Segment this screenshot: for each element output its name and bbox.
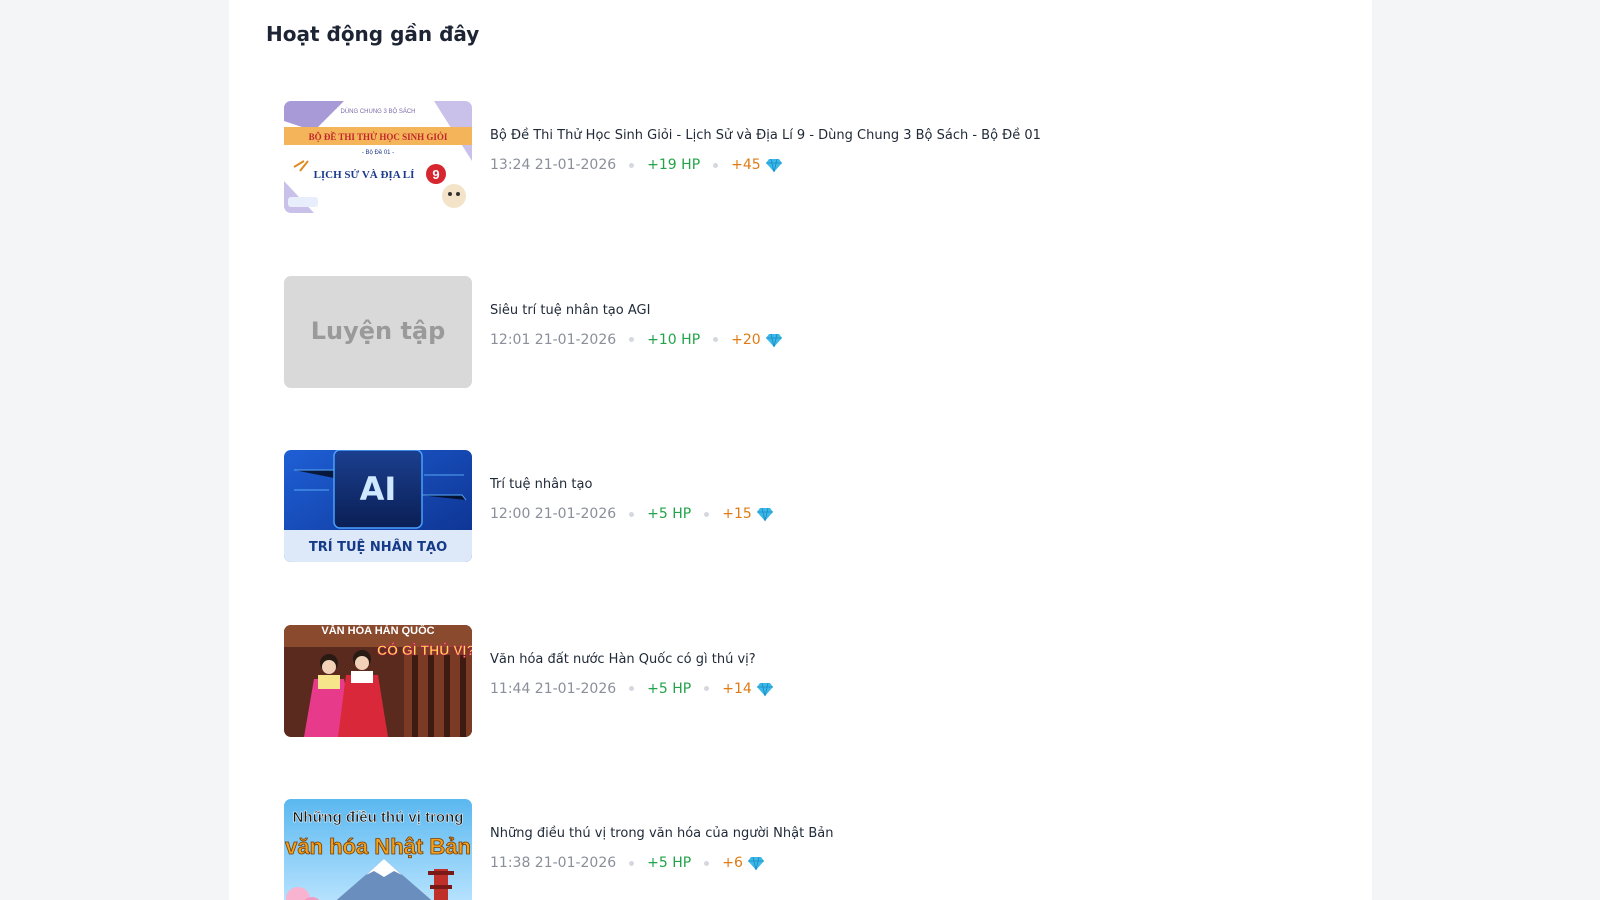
recent-activity-panel: Hoạt động gần đây DÙNG CHUNG 3 BỘ SÁCH B…: [229, 0, 1372, 900]
diamond-icon: [765, 333, 782, 347]
hp-reward: +5 HP: [647, 680, 692, 697]
thumb-chip-text: AI: [360, 470, 397, 508]
thumb-line2: CÓ GÌ THÚ VỊ?: [377, 641, 472, 658]
activity-meta: 12:01 21-01-2026 +10 HP +20: [490, 331, 782, 349]
hp-reward: +19 HP: [647, 157, 701, 173]
diamond-icon: [756, 682, 773, 696]
gem-reward: +20: [731, 331, 761, 348]
activity-thumbnail[interactable]: VĂN HÓA HÀN QUỐC CÓ GÌ THÚ VỊ?: [284, 624, 472, 737]
activity-thumbnail[interactable]: Những điều thú vị trong văn hóa Nhật Bản: [284, 799, 472, 900]
diamond-icon: [765, 158, 782, 173]
thumb-banner: BỘ ĐỀ THI THỬ HỌC SINH GIỎI: [309, 132, 448, 142]
separator-dot: [629, 162, 635, 168]
activity-title[interactable]: Siêu trí tuệ nhân tạo AGI: [490, 302, 782, 320]
hp-reward: +10 HP: [647, 331, 701, 348]
activity-time: 13:24 21-01-2026: [490, 157, 617, 173]
activity-time: 11:44 21-01-2026: [490, 680, 617, 697]
activity-time: 12:00 21-01-2026: [490, 506, 617, 522]
ai-chip-thumbnail: AI TRÍ TUỆ NHÂN TẠO: [284, 450, 472, 562]
diamond-icon: [756, 507, 773, 522]
separator-dot: [713, 162, 719, 168]
section-title: Hoạt động gần đây: [266, 22, 480, 46]
diamond-icon: [747, 856, 764, 871]
separator-dot: [704, 686, 710, 691]
hp-reward: +5 HP: [647, 506, 692, 522]
separator-dot: [629, 337, 635, 342]
korea-culture-thumbnail: VĂN HÓA HÀN QUỐC CÓ GÌ THÚ VỊ?: [284, 624, 472, 737]
practice-placeholder-thumbnail: Luyện tập: [284, 275, 472, 388]
activity-time: 12:01 21-01-2026: [490, 331, 617, 348]
history-exam-thumbnail: DÙNG CHUNG 3 BỘ SÁCH BỘ ĐỀ THI THỬ HỌC S…: [284, 101, 472, 213]
separator-dot: [704, 511, 710, 517]
hp-reward: +5 HP: [647, 855, 692, 871]
thumb-placeholder-label: Luyện tập: [311, 317, 446, 345]
gem-reward: +14: [722, 680, 752, 697]
activity-time: 11:38 21-01-2026: [490, 855, 617, 871]
japan-culture-thumbnail: Những điều thú vị trong văn hóa Nhật Bản: [284, 799, 472, 900]
gem-reward: +6: [722, 855, 743, 871]
gem-reward: +45: [731, 157, 761, 173]
activity-thumbnail[interactable]: DÙNG CHUNG 3 BỘ SÁCH BỘ ĐỀ THI THỬ HỌC S…: [284, 101, 472, 213]
thumb-grade: 9: [432, 167, 439, 182]
thumb-top-text: DÙNG CHUNG 3 BỘ SÁCH: [340, 108, 415, 115]
activity-meta: 13:24 21-01-2026 +19 HP +45: [490, 156, 1041, 174]
separator-dot: [704, 860, 710, 866]
activity-meta: 11:38 21-01-2026 +5 HP +6: [490, 854, 833, 872]
activity-title[interactable]: Văn hóa đất nước Hàn Quốc có gì thú vị?: [490, 651, 773, 669]
activity-title[interactable]: Những điều thú vị trong văn hóa của ngườ…: [490, 825, 833, 843]
thumb-line1: Những điều thú vị trong: [293, 809, 464, 826]
activity-title[interactable]: Bộ Đề Thi Thử Học Sinh Giỏi - Lịch Sử và…: [490, 127, 1041, 145]
activity-title[interactable]: Trí tuệ nhân tạo: [490, 476, 773, 494]
thumb-sub: - Bộ Đề 01 -: [362, 150, 394, 156]
activity-thumbnail[interactable]: Luyện tập: [284, 275, 472, 388]
separator-dot: [629, 860, 635, 866]
activity-meta: 11:44 21-01-2026 +5 HP +14: [490, 680, 773, 698]
separator-dot: [713, 337, 719, 342]
separator-dot: [629, 511, 635, 517]
activity-meta: 12:00 21-01-2026 +5 HP +15: [490, 505, 773, 523]
activity-thumbnail[interactable]: AI TRÍ TUỆ NHÂN TẠO: [284, 450, 472, 562]
gem-reward: +15: [722, 506, 752, 522]
thumb-line1: VĂN HÓA HÀN QUỐC: [321, 625, 434, 637]
thumb-subject: LỊCH SỬ VÀ ĐỊA LÍ: [314, 169, 415, 181]
thumb-line2: văn hóa Nhật Bản: [285, 834, 471, 859]
thumb-caption: TRÍ TUỆ NHÂN TẠO: [309, 539, 447, 555]
separator-dot: [629, 686, 635, 691]
